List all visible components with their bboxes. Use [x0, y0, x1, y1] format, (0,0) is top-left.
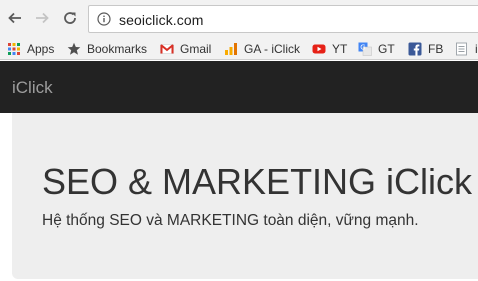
bookmark-label: GT: [378, 41, 395, 56]
back-arrow-icon: [8, 12, 21, 24]
browser-toolbar: seoiclick.com: [0, 0, 478, 37]
bookmarks-bar: Apps Bookmarks Gmail GA - iClick YT G GT…: [0, 37, 478, 60]
reload-icon: [64, 12, 76, 24]
page-icon: [456, 42, 467, 55]
translate-icon: G: [358, 42, 372, 56]
bookmark-fb[interactable]: FB: [408, 40, 443, 57]
navbar-brand[interactable]: iClick: [12, 78, 53, 98]
page-subtitle: Hệ thống SEO và MARKETING toàn diện, vữn…: [42, 212, 419, 229]
analytics-icon: [225, 42, 237, 55]
site-navbar: iClick: [0, 61, 478, 113]
bookmark-label: i: [475, 41, 478, 56]
facebook-icon: [408, 42, 422, 55]
bookmark-label: Apps: [27, 41, 55, 56]
url-text[interactable]: seoiclick.com: [119, 12, 204, 28]
bookmark-i[interactable]: i: [455, 40, 478, 57]
address-bar[interactable]: seoiclick.com: [88, 5, 478, 33]
bookmark-label: GA - iClick: [244, 41, 301, 56]
bookmark-ga-iclick[interactable]: GA - iClick: [224, 40, 300, 57]
star-icon: [67, 42, 81, 55]
bookmark-label: Bookmarks: [87, 41, 148, 56]
gmail-icon: [160, 43, 174, 54]
apps-grid-icon: [8, 42, 20, 55]
hero-jumbotron: SEO & MARKETING iClick Hệ thống SEO và M…: [12, 113, 478, 279]
bookmark-label: YT: [332, 41, 348, 56]
bookmark-label: FB: [428, 41, 444, 56]
page-title: SEO & MARKETING iClick: [42, 161, 473, 202]
bookmark-bookmarks[interactable]: Bookmarks: [67, 40, 147, 57]
bookmark-apps[interactable]: Apps: [7, 40, 54, 57]
back-button[interactable]: [5, 8, 25, 28]
bookmark-label: Gmail: [180, 41, 212, 56]
reload-button[interactable]: [60, 8, 80, 28]
bookmark-gt[interactable]: G GT: [358, 40, 395, 57]
forward-arrow-icon: [36, 12, 49, 24]
svg-text:G: G: [360, 43, 365, 51]
bookmark-yt[interactable]: YT: [312, 40, 347, 57]
youtube-icon: [312, 44, 326, 53]
bookmark-gmail[interactable]: Gmail: [160, 40, 211, 57]
info-icon[interactable]: [97, 12, 111, 26]
forward-button[interactable]: [32, 8, 52, 28]
